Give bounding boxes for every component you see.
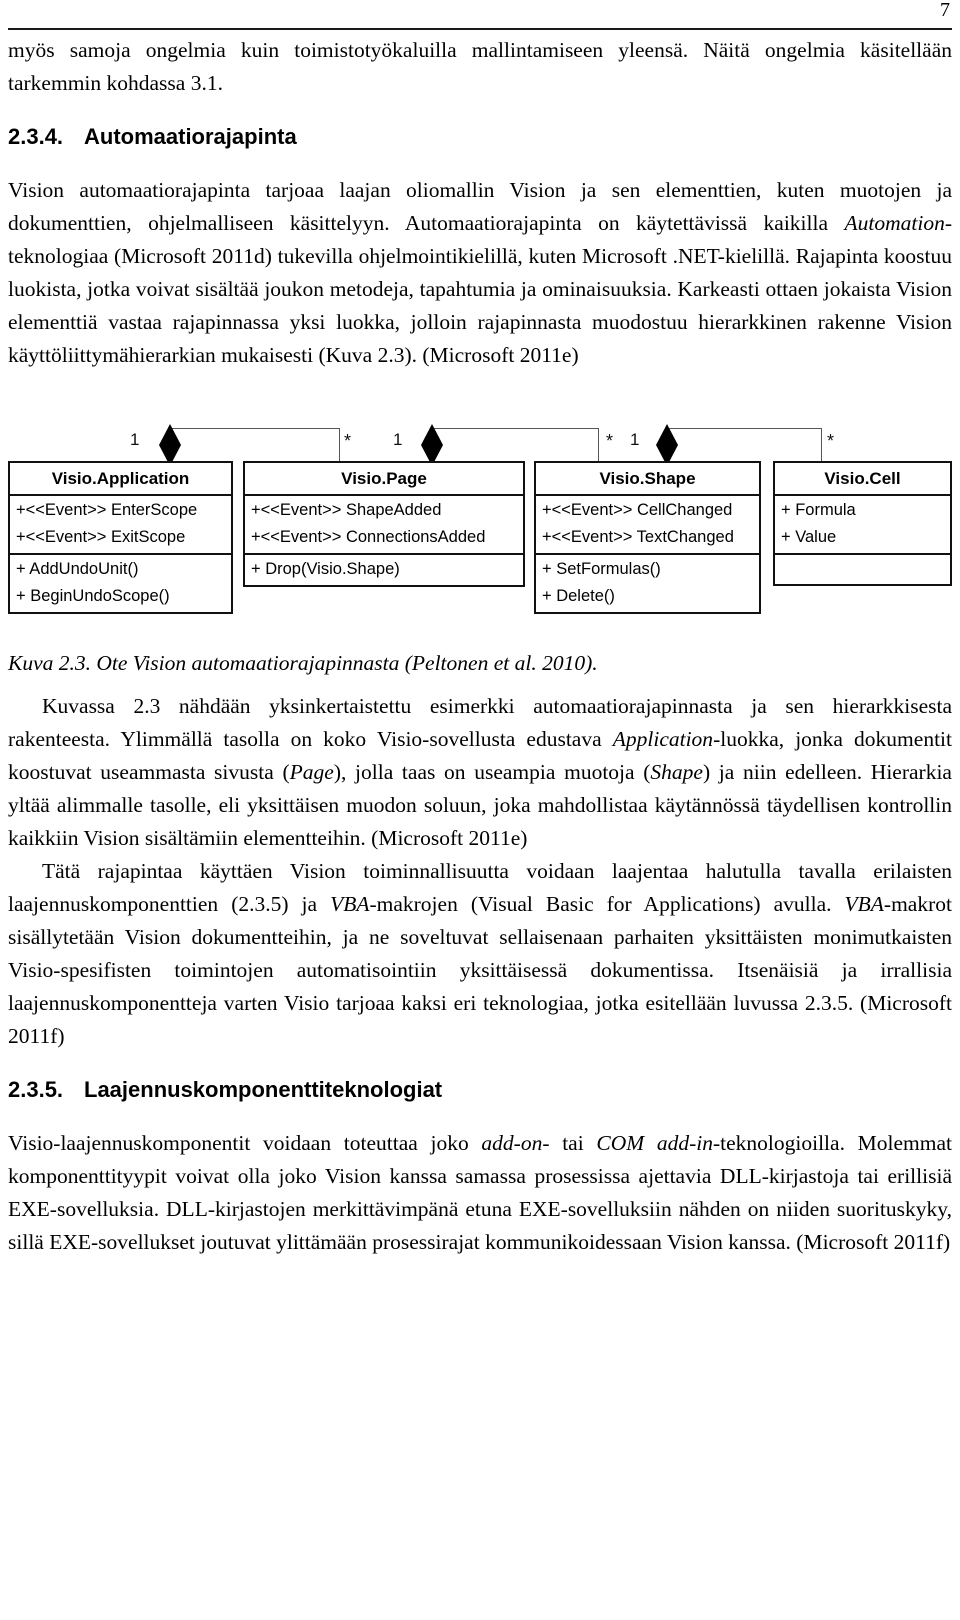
uml-class-diagram: 1 * 1 * 1 * Visio.Application +<<Event>>… — [8, 406, 952, 614]
emphasis-vba-2: VBA — [844, 892, 884, 916]
emphasis-automation: Automation — [844, 211, 945, 235]
uml-class-name: Visio.Page — [245, 463, 523, 496]
uml-operations-compartment: + SetFormulas() + Delete() — [536, 555, 759, 612]
emphasis-application: Application — [612, 727, 714, 751]
uml-attribute: +<<Event>> ExitScope — [16, 528, 186, 546]
uml-attributes-compartment: + Formula + Value — [775, 496, 950, 555]
uml-class-name: Visio.Shape — [536, 463, 759, 496]
section-number: 2.3.4. — [8, 124, 64, 149]
uml-attribute: +<<Event>> EnterScope — [16, 501, 198, 519]
multiplicity-3-target: * — [827, 431, 835, 451]
paragraph-continuation: myös samoja ongelmia kuin toimistotyökal… — [8, 34, 952, 100]
emphasis-shape: Shape — [650, 760, 703, 784]
section-title: Automaatiorajapinta — [84, 124, 297, 149]
uml-operations-compartment: + AddUndoUnit() + BeginUndoScope() — [10, 555, 231, 612]
uml-attributes-compartment: +<<Event>> ShapeAdded +<<Event>> Connect… — [245, 496, 523, 555]
paragraph-hierarchy: Kuvassa 2.3 nähdään yksinkertaistettu es… — [8, 690, 952, 855]
multiplicity-1-source: 1 — [130, 430, 140, 449]
section-title: Laajennuskomponenttiteknologiat — [84, 1077, 443, 1102]
uml-attribute: +<<Event>> ShapeAdded — [251, 501, 442, 519]
paragraph-component-technologies: Visio-laajennuskomponentit voidaan toteu… — [8, 1127, 952, 1259]
uml-operation: + BeginUndoScope() — [16, 587, 170, 605]
uml-class-name: Visio.Cell — [775, 463, 950, 496]
emphasis-page: Page — [289, 760, 334, 784]
uml-attribute: + Formula — [781, 501, 856, 519]
multiplicity-1-target: * — [344, 431, 352, 451]
uml-operation: + SetFormulas() — [542, 560, 661, 578]
uml-operations-compartment — [775, 555, 950, 584]
emphasis-com-add-in: COM add-in — [596, 1131, 713, 1155]
section-heading-234: 2.3.4. Automaatiorajapinta — [8, 122, 952, 152]
uml-operation: + Delete() — [542, 587, 615, 605]
emphasis-add-on: add-on- — [481, 1131, 550, 1155]
page-number: 7 — [940, 0, 950, 21]
figure-caption: Kuva 2.3. Ote Vision automaatiorajapinna… — [8, 651, 598, 675]
paragraph-text: myös samoja ongelmia kuin toimistotyökal… — [8, 38, 952, 95]
uml-class-visio-page: Visio.Page +<<Event>> ShapeAdded +<<Even… — [243, 461, 525, 587]
uml-class-visio-cell: Visio.Cell + Formula + Value — [773, 461, 952, 586]
emphasis-vba-1: VBA — [330, 892, 370, 916]
paragraph-automation-api: Vision automaatiorajapinta tarjoaa laaja… — [8, 174, 952, 372]
paragraph-text: Visio-laajennuskomponentit voidaan toteu… — [8, 1131, 482, 1155]
uml-attribute: +<<Event>> TextChanged — [542, 528, 734, 546]
multiplicity-3-source: 1 — [630, 430, 640, 449]
uml-attributes-compartment: +<<Event>> CellChanged +<<Event>> TextCh… — [536, 496, 759, 555]
header-rule — [8, 28, 952, 30]
uml-attribute: +<<Event>> ConnectionsAdded — [251, 528, 486, 546]
uml-attributes-compartment: +<<Event>> EnterScope +<<Event>> ExitSco… — [10, 496, 231, 555]
multiplicity-2-source: 1 — [393, 430, 403, 449]
multiplicity-2-target: * — [606, 431, 614, 451]
uml-operations-compartment: + Drop(Visio.Shape) — [245, 555, 523, 585]
document-page: 7 myös samoja ongelmia kuin toimistotyök… — [0, 0, 960, 1620]
paragraph-text: -makrojen (Visual Basic for Applications… — [369, 892, 845, 916]
paragraph-extensions: Tätä rajapintaa käyttäen Vision toiminna… — [8, 855, 952, 1053]
uml-operation: + Drop(Visio.Shape) — [251, 560, 400, 578]
paragraph-text: Vision automaatiorajapinta tarjoaa laaja… — [8, 178, 952, 235]
section-heading-235: 2.3.5. Laajennuskomponenttiteknologiat — [8, 1075, 952, 1105]
uml-operation: + AddUndoUnit() — [16, 560, 139, 578]
uml-class-visio-application: Visio.Application +<<Event>> EnterScope … — [8, 461, 233, 614]
uml-class-visio-shape: Visio.Shape +<<Event>> CellChanged +<<Ev… — [534, 461, 761, 614]
page-header: 7 — [8, 0, 952, 34]
uml-attribute: + Value — [781, 528, 837, 546]
section-number: 2.3.5. — [8, 1077, 64, 1102]
paragraph-text: ), jolla taas on useampia muotoja ( — [333, 760, 651, 784]
paragraph-text: tai — [549, 1131, 597, 1155]
uml-class-name: Visio.Application — [10, 463, 231, 496]
uml-attribute: +<<Event>> CellChanged — [542, 501, 733, 519]
